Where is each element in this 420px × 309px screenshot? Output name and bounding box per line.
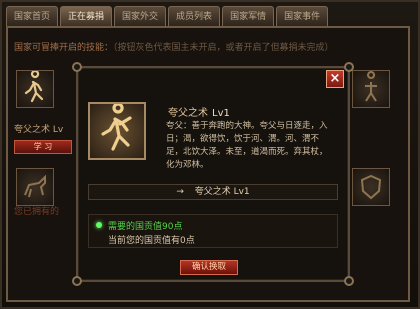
tab-members[interactable]: 成员列表 xyxy=(168,6,221,26)
owned-skills-label: 您已拥有的 xyxy=(14,207,60,217)
corner-ornament xyxy=(72,62,82,72)
next-level-bar: → 夸父之术 Lv1 xyxy=(88,184,338,200)
tab-bar: 国家首页 正在募捐 国家外交 成员列表 国家军情 国家事件 xyxy=(6,6,329,26)
running-figure-icon xyxy=(24,69,44,103)
horse-icon xyxy=(24,174,46,198)
current-contribution-text: 当前您的国贡值有0点 xyxy=(108,236,195,246)
tab-events[interactable]: 国家事件 xyxy=(276,6,329,26)
arrow-right-icon: → xyxy=(176,187,184,197)
requirement-text: 需要的国贡值90点 xyxy=(108,222,183,232)
skill-name: 夸父之术 xyxy=(168,108,208,119)
corner-ornament xyxy=(344,276,354,286)
warrior-icon xyxy=(365,71,377,102)
tab-fundraising[interactable]: 正在募捐 xyxy=(60,6,113,26)
skill-cell-label: 夸父之术 Lv xyxy=(14,125,64,135)
learn-button[interactable]: 学 习 xyxy=(14,140,72,154)
shield-icon xyxy=(360,174,382,200)
skill-description: 夸父：善于奔跑的大神。夸父与日逐走，入日；渴，欲得饮，饮于河、渭。河、渭不足，北… xyxy=(166,121,328,170)
skill-slot-4-icon[interactable] xyxy=(352,168,390,206)
skill-slot-3-icon[interactable] xyxy=(352,70,390,108)
skill-slot-kuafu-icon[interactable] xyxy=(16,69,54,108)
kuafu-skill-icon xyxy=(88,102,146,160)
skill-title: 夸父之术 Lv1 xyxy=(168,104,230,119)
skill-slot-2-icon[interactable] xyxy=(16,168,54,206)
skill-exchange-dialog xyxy=(72,62,354,286)
running-figure-icon xyxy=(101,102,132,151)
skill-notice: 国家可冒捧开启的技能：（按钮灰色代表国主未开启，或者开启了但募捐未完成） xyxy=(14,40,334,53)
skill-level: Lv1 xyxy=(212,108,230,119)
notice-hint: （按钮灰色代表国主未开启，或者开启了但募捐未完成） xyxy=(113,43,334,53)
corner-ornament xyxy=(344,62,354,72)
confirm-exchange-button[interactable]: 确认换取 xyxy=(180,260,238,275)
tab-diplomacy[interactable]: 国家外交 xyxy=(114,6,167,26)
tab-nation-home[interactable]: 国家首页 xyxy=(6,6,59,26)
status-dot-icon xyxy=(96,222,102,228)
close-button[interactable]: × xyxy=(326,70,344,88)
next-level-text: 夸父之术 Lv1 xyxy=(194,187,250,197)
notice-title: 国家可冒捧开启的技能： xyxy=(14,43,114,53)
corner-ornament xyxy=(72,276,82,286)
tab-military[interactable]: 国家军情 xyxy=(222,6,275,26)
